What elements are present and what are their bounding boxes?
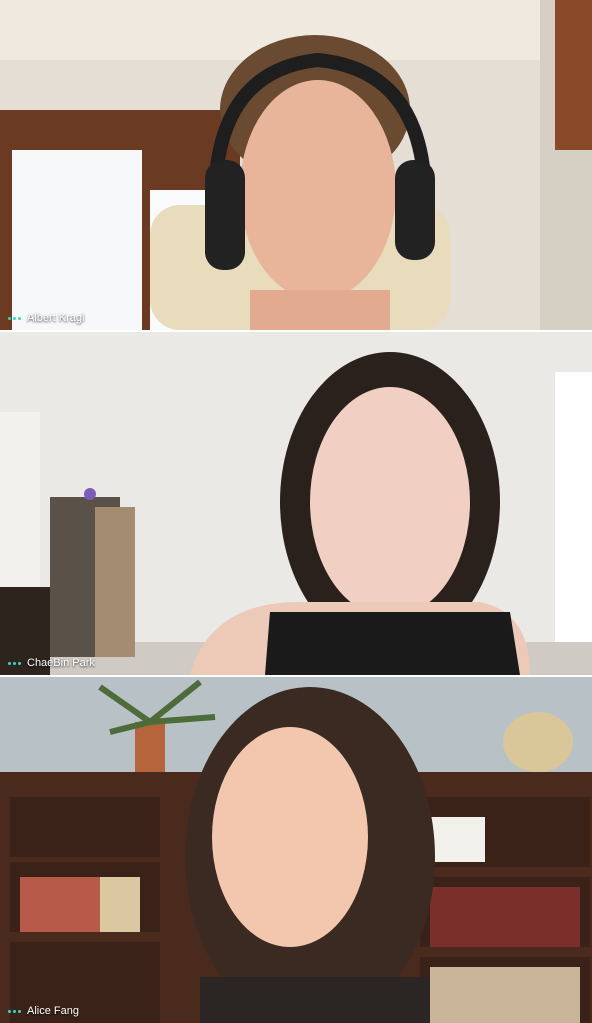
video-feed-3	[0, 677, 592, 1023]
participant-tile-2[interactable]: ChaeBin Park	[0, 332, 592, 675]
audio-indicator-icon	[8, 1009, 21, 1013]
video-feed-1	[0, 0, 592, 330]
audio-indicator-icon	[8, 661, 21, 665]
participant-name-tag: Alice Fang	[8, 1005, 79, 1017]
participant-name: ChaeBin Park	[27, 657, 95, 669]
participant-name: Alice Fang	[27, 1005, 79, 1017]
audio-indicator-icon	[8, 316, 21, 320]
participant-name-tag: Albert Kragl	[8, 312, 84, 324]
video-feed-2	[0, 332, 592, 675]
participant-name-tag: ChaeBin Park	[8, 657, 95, 669]
participant-tile-3[interactable]: Alice Fang	[0, 677, 592, 1023]
participant-name: Albert Kragl	[27, 312, 85, 324]
participant-tile-1[interactable]: Albert Kragl	[0, 0, 592, 330]
